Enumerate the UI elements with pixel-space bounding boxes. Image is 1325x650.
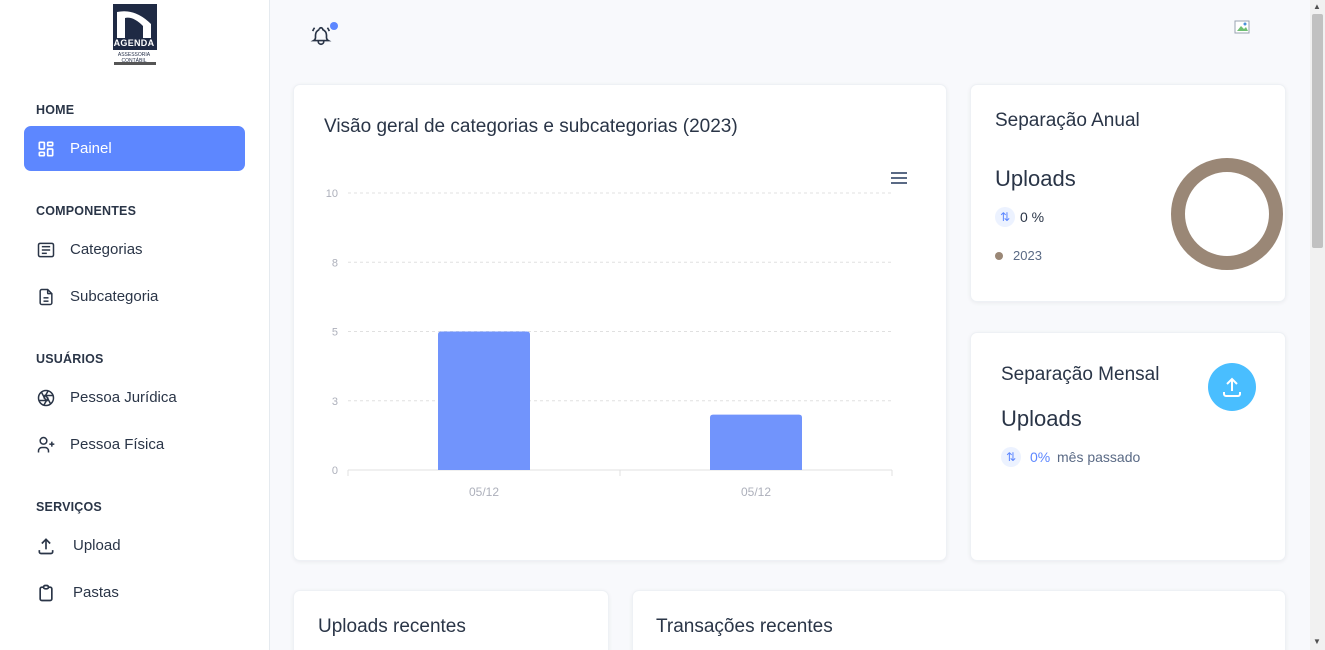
notification-badge (330, 22, 338, 30)
file-description-icon (36, 287, 56, 307)
annual-donut-chart (1171, 158, 1283, 270)
sidebar-item-pastas[interactable]: Pastas (24, 570, 245, 615)
monthly-title: Separação Mensal (1001, 364, 1160, 385)
user-plus-icon (36, 435, 56, 455)
recent-transactions-title: Transações recentes (656, 616, 833, 637)
sidebar-item-label: Upload (73, 537, 121, 554)
agenda-logo[interactable]: AGENDA ASSESSORIA CONTÁBIL (106, 4, 162, 66)
sidebar-item-label: Painel (70, 140, 112, 157)
scroll-up-arrow[interactable]: ▲ (1313, 2, 1321, 11)
nav-caption-servicos: SERVIÇOS (36, 500, 102, 514)
nav-caption-componentes: COMPONENTES (36, 204, 137, 218)
nav-caption-usuarios: USUÁRIOS (36, 352, 104, 366)
annual-title: Separação Anual (995, 110, 1140, 131)
sidebar-item-label: Pessoa Física (70, 436, 165, 453)
avatar[interactable] (1234, 18, 1252, 36)
upload-button[interactable] (1208, 363, 1256, 411)
aperture-icon (36, 388, 56, 408)
recent-uploads-title: Uploads recentes (318, 616, 466, 637)
sidebar-item-painel[interactable]: Painel (24, 126, 245, 171)
sidebar-item-subcategoria[interactable]: Subcategoria (24, 274, 245, 319)
sidebar-item-pessoa-juridica[interactable]: Pessoa Jurídica (24, 375, 245, 420)
arrows-sort-icon: ⇅ (1001, 447, 1021, 467)
arrows-sort-icon: ⇅ (995, 207, 1015, 227)
upload-icon (1223, 377, 1241, 397)
sidebar-item-label: Subcategoria (70, 288, 159, 305)
sidebar: AGENDA ASSESSORIA CONTÁBIL HOME Painel C… (0, 0, 270, 650)
logo-brand-text: AGENDA (113, 38, 155, 48)
logo-underline (114, 62, 156, 65)
clipboard-icon (36, 583, 56, 603)
monthly-suffix: mês passado (1057, 449, 1141, 465)
monthly-metric: Uploads (1001, 406, 1082, 431)
annual-metric: Uploads (995, 166, 1076, 191)
sidebar-item-label: Pastas (73, 584, 119, 601)
sidebar-item-upload[interactable]: Upload (24, 523, 245, 568)
upload-icon (36, 536, 56, 556)
overview-title: Visão geral de categorias e subcategoria… (324, 116, 738, 137)
scroll-down-arrow[interactable]: ▼ (1313, 637, 1321, 646)
legend-dot-2023 (995, 252, 1003, 260)
sidebar-item-label: Categorias (70, 241, 143, 258)
sidebar-item-pessoa-fisica[interactable]: Pessoa Física (24, 422, 245, 467)
chart-menu-icon[interactable] (890, 170, 908, 186)
article-icon (36, 240, 56, 260)
annual-percent: 0 % (1020, 209, 1045, 225)
sidebar-item-label: Pessoa Jurídica (70, 389, 177, 406)
nav-caption-home: HOME (36, 103, 75, 117)
overview-card (293, 84, 947, 561)
sidebar-item-categorias[interactable]: Categorias (24, 227, 245, 272)
annual-legend-label: 2023 (1013, 248, 1042, 263)
layout-dashboard-icon (36, 139, 56, 159)
monthly-percent: 0% (1030, 449, 1051, 465)
scrollbar-thumb[interactable] (1312, 14, 1323, 248)
